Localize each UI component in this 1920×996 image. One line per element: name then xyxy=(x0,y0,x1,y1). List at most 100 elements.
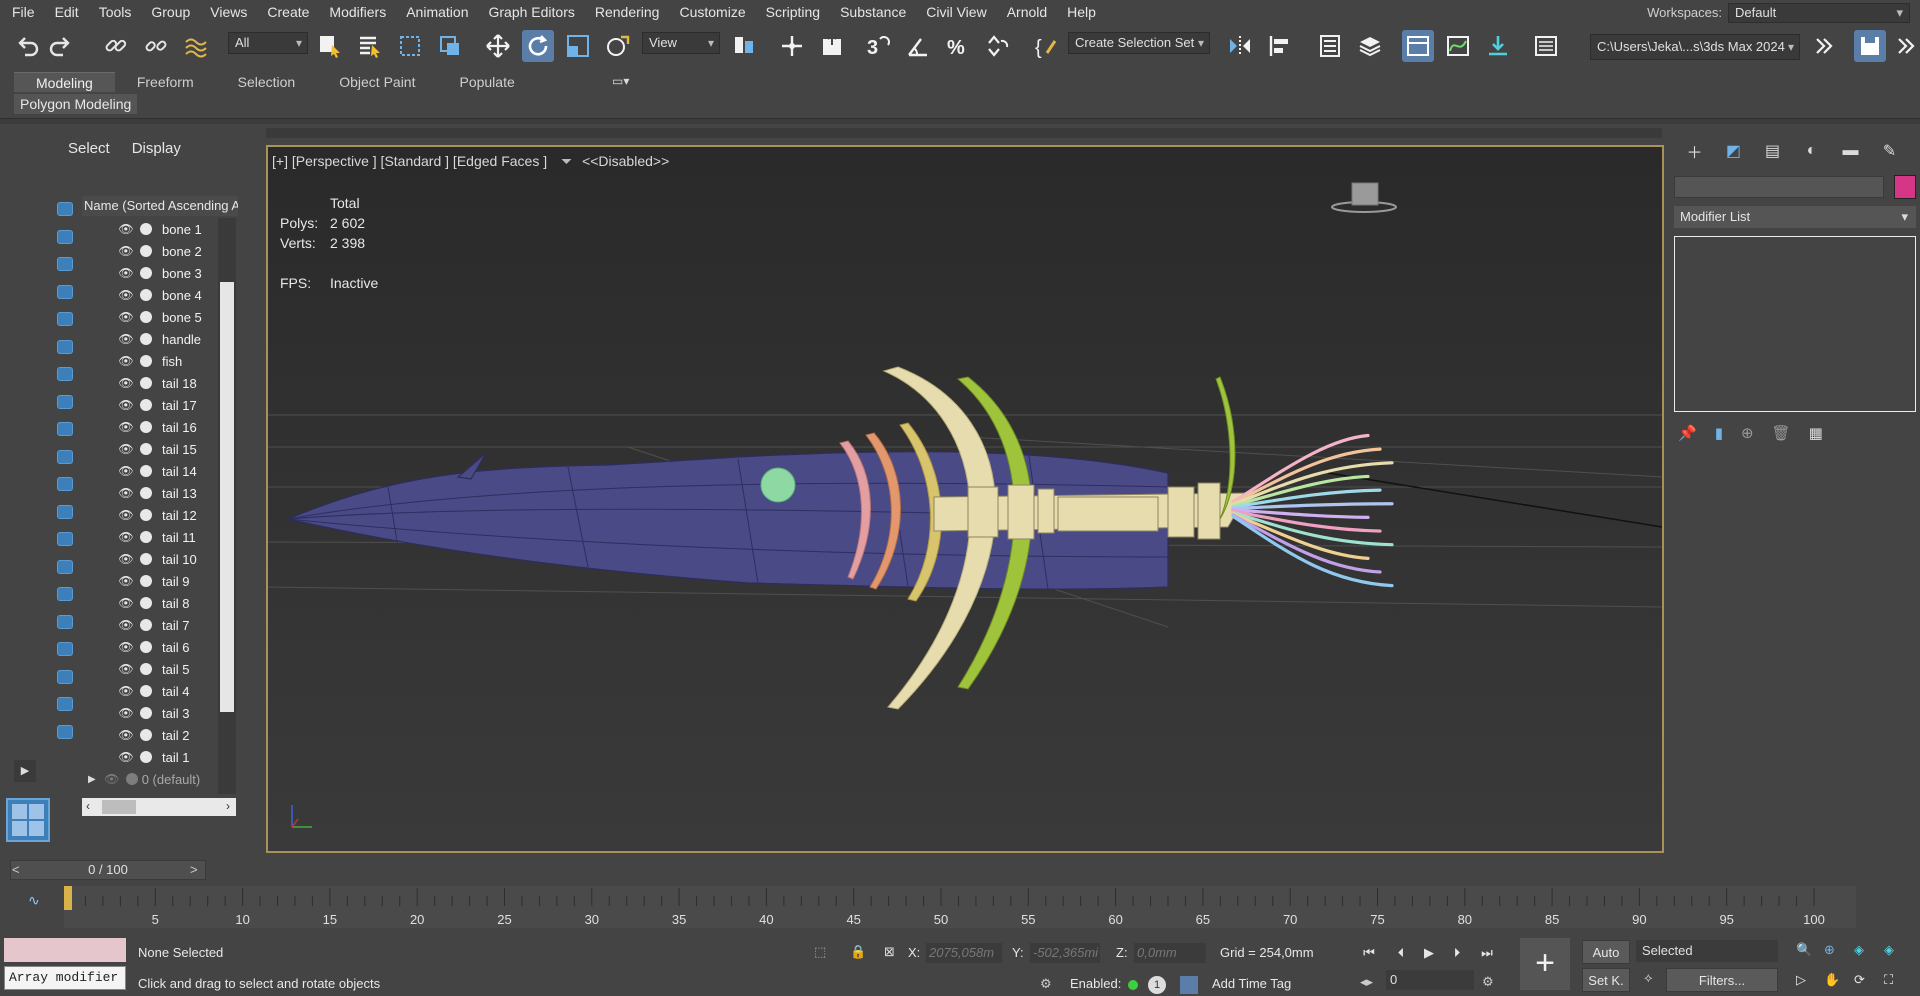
maximize-viewport-icon[interactable]: ⛶ xyxy=(1884,972,1893,988)
freeze-toggle-icon[interactable] xyxy=(140,597,152,609)
freeze-toggle-icon[interactable] xyxy=(140,575,152,587)
visibility-eye-icon[interactable]: 👁 xyxy=(116,618,136,632)
menu-help[interactable]: Help xyxy=(1057,0,1106,25)
schematic-view-icon[interactable] xyxy=(1482,30,1514,62)
adaptive-degradation-icon[interactable]: ⚙ xyxy=(1040,976,1052,992)
workspace-dropdown[interactable]: Default xyxy=(1728,2,1910,23)
modifier-list-dropdown[interactable]: Modifier List xyxy=(1674,206,1916,228)
visibility-eye-icon[interactable]: 👁 xyxy=(116,420,136,434)
hscroll-thumb[interactable] xyxy=(102,800,136,814)
display-selected-icon[interactable] xyxy=(54,611,76,633)
visibility-eye-icon[interactable]: 👁 xyxy=(116,376,136,390)
scene-item[interactable]: 👁 tail 15 xyxy=(82,438,218,460)
unlink-icon[interactable] xyxy=(140,30,172,62)
material-editor-icon[interactable] xyxy=(1530,30,1562,62)
ribbon-tab-selection[interactable]: Selection xyxy=(216,72,318,92)
menu-animation[interactable]: Animation xyxy=(396,0,478,25)
visibility-eye-icon[interactable]: 👁 xyxy=(116,640,136,654)
visibility-eye-icon[interactable]: 👁 xyxy=(116,266,136,280)
scene-item[interactable]: 👁 tail 2 xyxy=(82,724,218,746)
visibility-eye-icon[interactable]: 👁 xyxy=(116,442,136,456)
freeze-toggle-icon[interactable] xyxy=(140,641,152,653)
object-color-swatch[interactable] xyxy=(1894,175,1916,199)
selection-lock-icon[interactable]: 🔒 xyxy=(850,944,866,960)
freeze-toggle-icon[interactable] xyxy=(140,729,152,741)
toggle-scene-explorer-icon[interactable] xyxy=(1314,30,1346,62)
display-layers-icon[interactable] xyxy=(54,693,76,715)
display-groups-icon[interactable] xyxy=(54,391,76,413)
edit-named-selection-icon[interactable]: { xyxy=(1030,30,1062,62)
freeze-toggle-icon[interactable] xyxy=(140,443,152,455)
scene-item[interactable]: 👁 tail 7 xyxy=(82,614,218,636)
scene-item[interactable]: 👁 tail 16 xyxy=(82,416,218,438)
track-bar[interactable]: 5 10 15 20 25 30 35 40 45 50 55 60 65 70 75 80 85 90 95 100 xyxy=(64,886,1856,928)
select-by-name-icon[interactable] xyxy=(354,30,386,62)
visibility-eye-icon[interactable]: 👁 xyxy=(116,244,136,258)
viewport-filter-text[interactable]: <<Disabled>> xyxy=(582,153,669,169)
ribbon-tab-freeform[interactable]: Freeform xyxy=(115,72,216,92)
visibility-eye-icon[interactable]: 👁 xyxy=(116,288,136,302)
more-tools-chevron-icon[interactable] xyxy=(1808,30,1840,62)
visibility-eye-icon[interactable]: 👁 xyxy=(116,354,136,368)
display-hierarchy-icon[interactable] xyxy=(54,721,76,743)
display-bones-icon[interactable] xyxy=(54,446,76,468)
key-filters-button[interactable]: Filters... xyxy=(1666,968,1778,992)
rect-selection-region-icon[interactable] xyxy=(394,30,426,62)
viewport-label[interactable]: [+] [Perspective ] [Standard ] [Edged Fa… xyxy=(272,153,669,170)
remove-modifier-icon[interactable]: 🗑 xyxy=(1772,424,1791,442)
visibility-eye-icon[interactable]: 👁 xyxy=(116,464,136,478)
visibility-eye-icon[interactable]: 👁 xyxy=(116,706,136,720)
freeze-toggle-icon[interactable] xyxy=(140,553,152,565)
expand-toolbar-chevron-icon[interactable] xyxy=(1890,30,1920,62)
scene-item[interactable]: 👁 tail 17 xyxy=(82,394,218,416)
perspective-viewport[interactable]: [+] [Perspective ] [Standard ] [Edged Fa… xyxy=(266,145,1664,853)
auto-key-button[interactable]: Auto xyxy=(1582,940,1630,964)
display-hidden-icon[interactable] xyxy=(54,528,76,550)
display-lights-icon[interactable] xyxy=(54,281,76,303)
set-key-icon[interactable]: + xyxy=(1520,938,1570,990)
select-and-rotate-icon[interactable] xyxy=(522,30,554,62)
scene-item[interactable]: 👁 tail 9 xyxy=(82,570,218,592)
current-frame-marker[interactable] xyxy=(64,886,72,910)
undo-icon[interactable] xyxy=(12,30,44,62)
visibility-eye-icon[interactable]: 👁 xyxy=(116,332,136,346)
object-name-field[interactable] xyxy=(1674,176,1884,198)
filter-icon[interactable]: ⏷ xyxy=(561,153,572,169)
pin-stack-icon[interactable]: 📌 xyxy=(1678,424,1697,442)
scene-item[interactable]: 👁 tail 14 xyxy=(82,460,218,482)
menu-edit[interactable]: Edit xyxy=(45,0,89,25)
create-tab-icon[interactable]: ＋ xyxy=(1678,138,1711,164)
display-find-icon[interactable] xyxy=(54,666,76,688)
scene-item[interactable]: 👁 bone 3 xyxy=(82,262,218,284)
visibility-eye-icon[interactable]: 👁 xyxy=(116,222,136,236)
pivot-center-icon[interactable] xyxy=(728,30,760,62)
freeze-toggle-icon[interactable] xyxy=(140,663,152,675)
make-unique-icon[interactable]: ⊕ xyxy=(1741,424,1754,442)
isolate-selection-icon[interactable]: ⬚ xyxy=(814,944,826,960)
display-shapes-icon[interactable] xyxy=(54,253,76,275)
menu-arnold[interactable]: Arnold xyxy=(997,0,1057,25)
scene-item[interactable]: 👁 handle xyxy=(82,328,218,350)
visibility-eye-icon[interactable]: 👁 xyxy=(116,398,136,412)
select-manipulate-icon[interactable] xyxy=(776,30,808,62)
angle-snap-icon[interactable] xyxy=(902,30,934,62)
expand-layer-icon[interactable]: ▶ xyxy=(88,774,96,785)
visibility-eye-icon[interactable]: 👁 xyxy=(116,574,136,588)
curve-editor-icon[interactable] xyxy=(1442,30,1474,62)
zoom-all-icon[interactable]: ⊕ xyxy=(1824,942,1835,958)
time-slider-prev-icon[interactable]: < xyxy=(12,862,20,877)
hierarchy-tab-icon[interactable]: ▤ xyxy=(1756,138,1789,164)
menu-rendering[interactable]: Rendering xyxy=(585,0,670,25)
visibility-eye-icon[interactable]: 👁 xyxy=(116,596,136,610)
scene-item[interactable]: 👁 bone 5 xyxy=(82,306,218,328)
create-selection-set-dropdown[interactable]: Create Selection Set xyxy=(1068,32,1210,54)
freeze-toggle-icon[interactable] xyxy=(140,311,152,323)
window-crossing-icon[interactable] xyxy=(434,30,466,62)
menu-modifiers[interactable]: Modifiers xyxy=(319,0,396,25)
freeze-toggle-icon[interactable] xyxy=(140,267,152,279)
display-containers-icon[interactable] xyxy=(54,473,76,495)
y-coordinate-field[interactable]: -502,365mi xyxy=(1030,943,1100,963)
time-slider[interactable]: 0 / 100 xyxy=(10,860,206,880)
freeze-toggle-icon[interactable] xyxy=(140,531,152,543)
display-geometry-icon[interactable] xyxy=(54,226,76,248)
